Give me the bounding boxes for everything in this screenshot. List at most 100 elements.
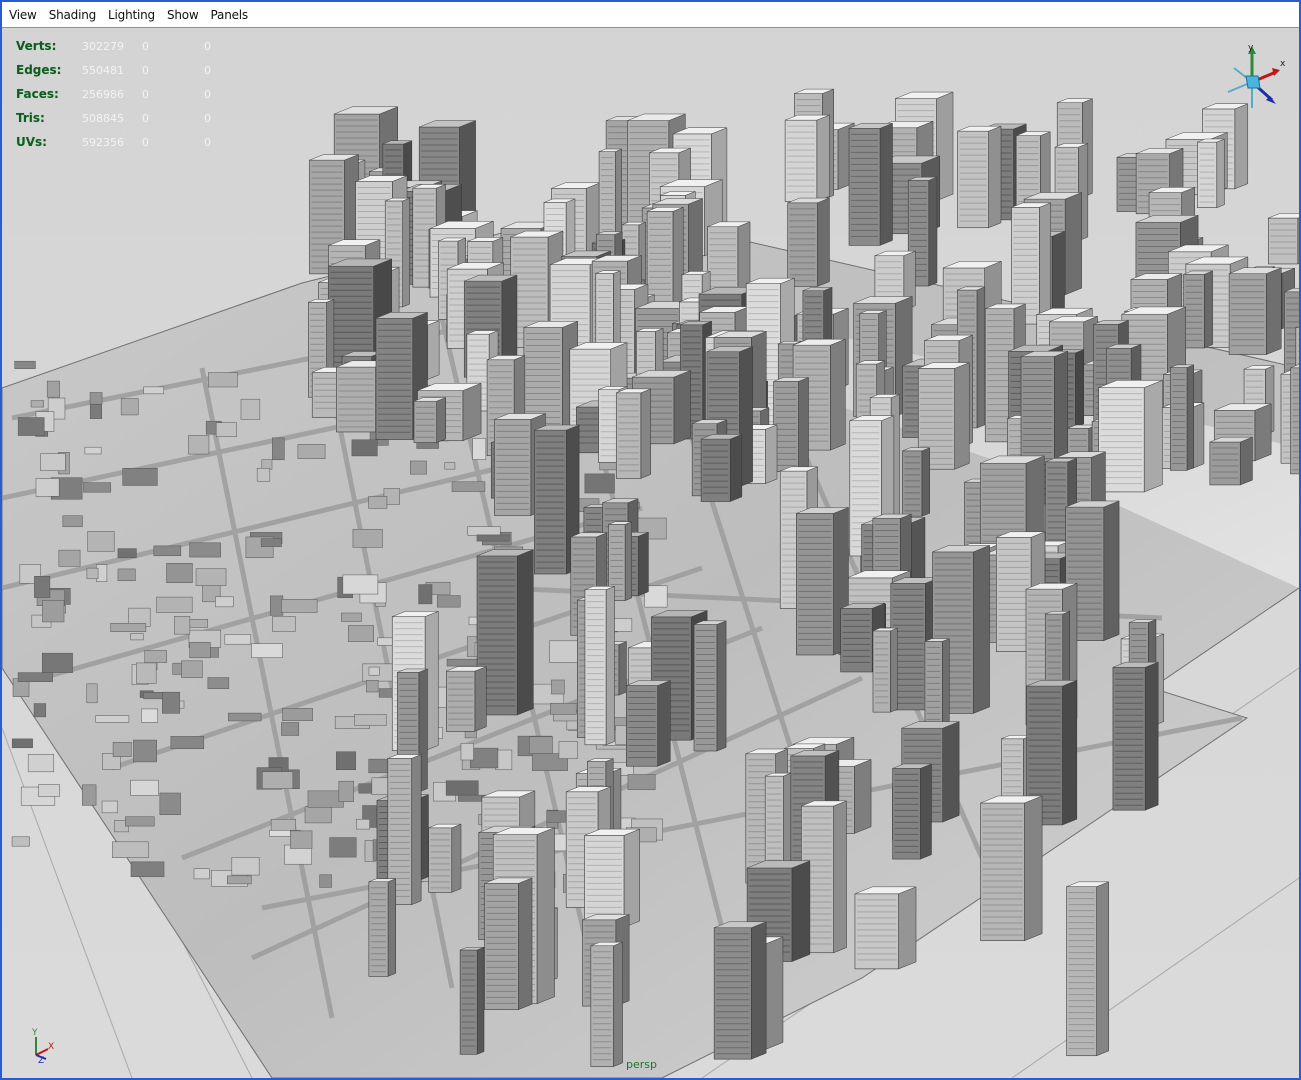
- tower-building: [584, 828, 640, 928]
- axis-y-label: Y: [31, 1028, 38, 1038]
- low-rise-building: [110, 622, 147, 632]
- low-rise-building: [162, 691, 180, 714]
- low-rise-building: [189, 642, 211, 659]
- low-rise-building: [17, 672, 53, 682]
- tower-building: [1183, 270, 1213, 349]
- view-cube-y-label: y: [1248, 43, 1254, 53]
- low-rise-building: [133, 739, 157, 763]
- low-rise-building: [366, 680, 379, 693]
- low-rise-building: [444, 462, 456, 470]
- hud-value: 0: [204, 63, 211, 77]
- low-rise-building: [260, 538, 282, 547]
- low-rise-building: [224, 634, 252, 645]
- low-rise-building: [30, 400, 44, 408]
- low-rise-building: [125, 816, 155, 827]
- low-rise-building: [143, 692, 165, 700]
- low-rise-building: [33, 703, 47, 718]
- low-rise-building: [551, 679, 565, 695]
- low-rise-building: [62, 515, 83, 528]
- low-rise-building: [89, 392, 103, 405]
- tower-building: [872, 627, 898, 713]
- low-rise-building: [319, 874, 332, 888]
- low-rise-building: [112, 741, 132, 757]
- hud-label: Faces:: [16, 87, 59, 101]
- low-rise-building: [117, 548, 137, 559]
- low-rise-building: [159, 792, 181, 816]
- tower-building: [459, 946, 485, 1055]
- hud-row-verts: Verts: 302279 0 0: [16, 34, 224, 58]
- low-rise-building: [141, 708, 158, 723]
- low-rise-building: [460, 743, 474, 761]
- hud-value: 302279: [82, 39, 124, 53]
- tower-building: [980, 795, 1043, 942]
- tower-building: [957, 125, 1002, 229]
- hud-label: Tris:: [16, 111, 45, 125]
- axis-x-label: X: [48, 1042, 54, 1052]
- low-rise-building: [170, 736, 205, 750]
- menu-show[interactable]: Show: [161, 8, 205, 22]
- low-rise-building: [40, 453, 66, 472]
- low-rise-building: [368, 666, 380, 676]
- low-rise-building: [86, 567, 99, 579]
- tower-building: [773, 377, 809, 473]
- low-rise-building: [451, 481, 486, 492]
- low-rise-building: [342, 574, 379, 595]
- low-rise-building: [348, 625, 374, 642]
- low-rise-building: [14, 360, 36, 369]
- low-rise-building: [34, 576, 51, 598]
- low-rise-building: [130, 779, 159, 796]
- hud-value: 0: [142, 87, 149, 101]
- hud-value: 0: [204, 39, 211, 53]
- tower-building: [854, 886, 917, 970]
- low-rise-building: [188, 435, 210, 455]
- world-axis-icon: Y X Z: [31, 1028, 54, 1063]
- low-rise-building: [215, 422, 237, 437]
- menu-shading[interactable]: Shading: [43, 8, 102, 22]
- low-rise-building: [351, 439, 378, 457]
- low-rise-building: [251, 643, 283, 658]
- low-rise-building: [261, 771, 294, 789]
- low-rise-building: [181, 660, 203, 678]
- tower-building: [428, 823, 462, 893]
- menu-lighting[interactable]: Lighting: [102, 8, 161, 22]
- low-rise-building: [174, 616, 191, 635]
- low-rise-building: [46, 380, 60, 398]
- tower-building: [848, 122, 893, 246]
- low-rise-building: [256, 468, 271, 482]
- low-rise-building: [338, 780, 354, 802]
- hud-row-edges: Edges: 550481 0 0: [16, 58, 224, 82]
- low-rise-building: [27, 753, 55, 773]
- low-rise-building: [336, 751, 356, 770]
- low-rise-building: [156, 596, 193, 613]
- tower-building: [1112, 661, 1159, 811]
- low-rise-building: [558, 741, 578, 759]
- low-rise-building: [144, 650, 167, 663]
- hud-value: 0: [142, 39, 149, 53]
- 3d-viewport[interactable]: Verts: 302279 0 0 Edges: 550481 0 0 Face…: [2, 28, 1299, 1078]
- tower-building: [787, 197, 830, 287]
- tower-building: [1268, 213, 1299, 265]
- hud-label: Verts:: [16, 39, 57, 53]
- low-rise-building: [261, 459, 273, 470]
- axis-z-label: Z: [38, 1056, 44, 1063]
- low-rise-building: [153, 545, 182, 557]
- tower-building: [1066, 881, 1109, 1057]
- low-rise-building: [289, 830, 313, 849]
- view-cube-icon[interactable]: y x: [1214, 42, 1290, 118]
- low-rise-building: [86, 683, 98, 704]
- low-rise-building: [418, 584, 433, 605]
- low-rise-building: [297, 444, 326, 459]
- low-rise-building: [58, 549, 81, 567]
- low-rise-building: [354, 714, 387, 726]
- low-rise-building: [472, 438, 487, 460]
- low-rise-building: [584, 473, 615, 494]
- low-rise-building: [352, 528, 383, 548]
- low-rise-building: [42, 652, 73, 673]
- menu-panels[interactable]: Panels: [205, 8, 254, 22]
- menu-view[interactable]: View: [2, 8, 43, 22]
- hud-label: UVs:: [16, 135, 47, 149]
- hud-value: 0: [142, 63, 149, 77]
- low-rise-building: [208, 372, 238, 388]
- city-scene[interactable]: [2, 28, 1299, 1078]
- low-rise-building: [143, 386, 165, 395]
